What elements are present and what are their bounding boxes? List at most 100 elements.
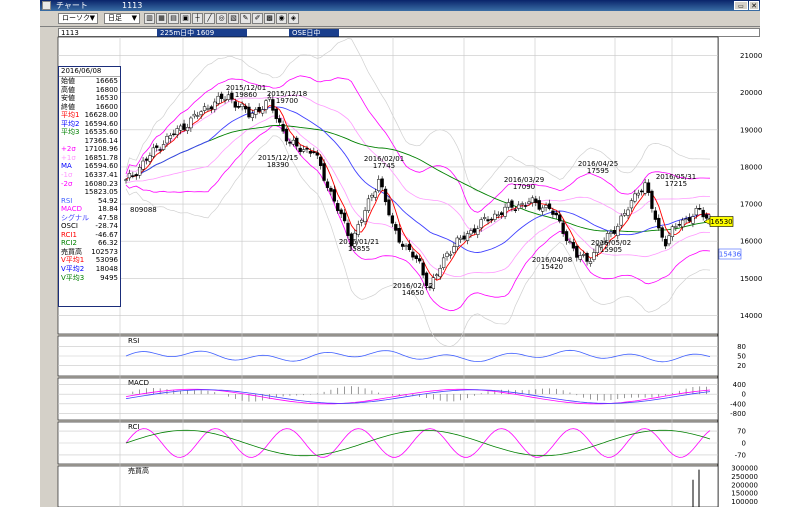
data-panel-label: 平均1 (61, 111, 80, 120)
indicator-tick-label: 80 (737, 343, 746, 351)
candle-body (346, 222, 350, 236)
data-panel-label: 高値 (61, 85, 75, 94)
candle-body (704, 214, 709, 219)
data-panel-label: -2σ (61, 179, 73, 188)
candle-body (138, 167, 142, 176)
candle-body (469, 230, 473, 235)
candle-body (216, 95, 220, 104)
data-panel-label: MACD (61, 205, 82, 214)
data-panel-value: 16594.60 (84, 119, 118, 128)
candle-body (663, 239, 668, 247)
data-panel-value: 15823.05 (84, 188, 118, 197)
candle-body (295, 137, 299, 147)
candle-body (472, 228, 477, 233)
data-panel-value: 18.84 (97, 205, 118, 214)
candle-body (698, 208, 702, 210)
candle-body (257, 106, 261, 112)
candle-body (254, 109, 258, 115)
data-panel-row: +1σ 16851.78 (59, 154, 120, 163)
data-panel-value: 102573 (91, 247, 118, 256)
candle-body (503, 206, 507, 217)
candle-body (144, 158, 149, 161)
candle-body (260, 109, 265, 114)
candle-body (271, 99, 275, 111)
candle-body (148, 155, 152, 162)
candle-body (629, 200, 634, 209)
annotation-value: 18390 (267, 161, 289, 169)
data-panel-row: OSCI -28.74 (59, 222, 120, 231)
candle-body (390, 215, 395, 224)
candle-body (534, 198, 538, 203)
indicator-tick-label: 50 (737, 353, 746, 361)
candle-body (301, 149, 306, 152)
data-panel-value: 54.92 (97, 196, 118, 205)
data-panel-row: RCI2 66.32 (59, 239, 120, 248)
candle-body (544, 204, 548, 208)
data-panel-row: 17366.14 (59, 137, 120, 146)
candle-body (329, 187, 333, 192)
data-panel-value: 18048 (95, 265, 118, 274)
data-panel: 2016/06/08 始値 16665 高値 16800 安値 16530 終値 16600 平… (58, 66, 121, 307)
candle-body (445, 252, 449, 257)
candle-body (161, 144, 166, 150)
price-tick-label: 18000 (740, 163, 762, 171)
candle-body (674, 226, 678, 228)
candle-body (571, 242, 576, 249)
data-panel-value: 66.32 (97, 239, 118, 248)
indicator-tick-label: -800 (730, 410, 746, 418)
candle-body (554, 212, 558, 216)
data-panel-row: -1σ 16337.41 (59, 171, 120, 180)
indicator-tick-label: 20 (737, 362, 746, 370)
candle-body (196, 115, 200, 117)
annotation-value: 15905 (600, 246, 622, 254)
data-panel-row: 平均2 16594.60 (59, 120, 120, 129)
candle-body (124, 179, 128, 181)
candle-body (479, 219, 483, 229)
candle-body (414, 255, 418, 260)
candle-body (493, 213, 497, 220)
candle-body (237, 105, 241, 108)
candle-body (175, 128, 179, 135)
candle-body (131, 175, 135, 177)
candle-body (305, 148, 309, 150)
indicator-tick-label: 70 (737, 428, 746, 436)
candle-body (626, 209, 630, 216)
annotation-value: 17595 (587, 167, 609, 175)
candle-body (172, 133, 176, 136)
price-tick-label: 17000 (740, 201, 762, 209)
candle-body (701, 209, 705, 218)
candle-body (209, 106, 214, 110)
candle-body (308, 150, 313, 154)
data-panel-row: 終値 16600 (59, 103, 120, 112)
data-panel-label: シグナル (61, 213, 89, 222)
candle-body (319, 156, 323, 166)
data-panel-value: 16665 (95, 77, 118, 85)
candle-body (520, 203, 524, 205)
candle-body (247, 106, 251, 118)
candle-body (370, 194, 374, 198)
candle-body (441, 257, 446, 268)
macd-panel-label: MACD (128, 379, 149, 387)
data-panel-value: 16337.41 (84, 171, 118, 180)
candle-body (400, 243, 405, 247)
candle-body (561, 222, 565, 234)
annotation-value: 17745 (373, 162, 395, 170)
annotation-value: 17215 (665, 180, 687, 188)
candle-body (336, 203, 340, 211)
data-panel-label: MA (61, 162, 72, 171)
data-panel-value: 16530 (95, 94, 118, 103)
candle-body (459, 237, 463, 240)
candle-body (192, 113, 196, 117)
candle-body (612, 230, 617, 234)
candle-body (462, 235, 466, 240)
candle-body (380, 178, 384, 188)
band-value-label: 15436 (719, 251, 742, 259)
volume-tick-label: 150000 (731, 490, 758, 498)
candle-body (541, 207, 545, 212)
candle-body (581, 254, 586, 256)
data-panel-label: 平均3 (61, 128, 80, 137)
candle-body (202, 106, 207, 111)
candle-body (643, 182, 647, 194)
candle-body (223, 99, 227, 101)
indicator-tick-label: -70 (735, 451, 746, 459)
